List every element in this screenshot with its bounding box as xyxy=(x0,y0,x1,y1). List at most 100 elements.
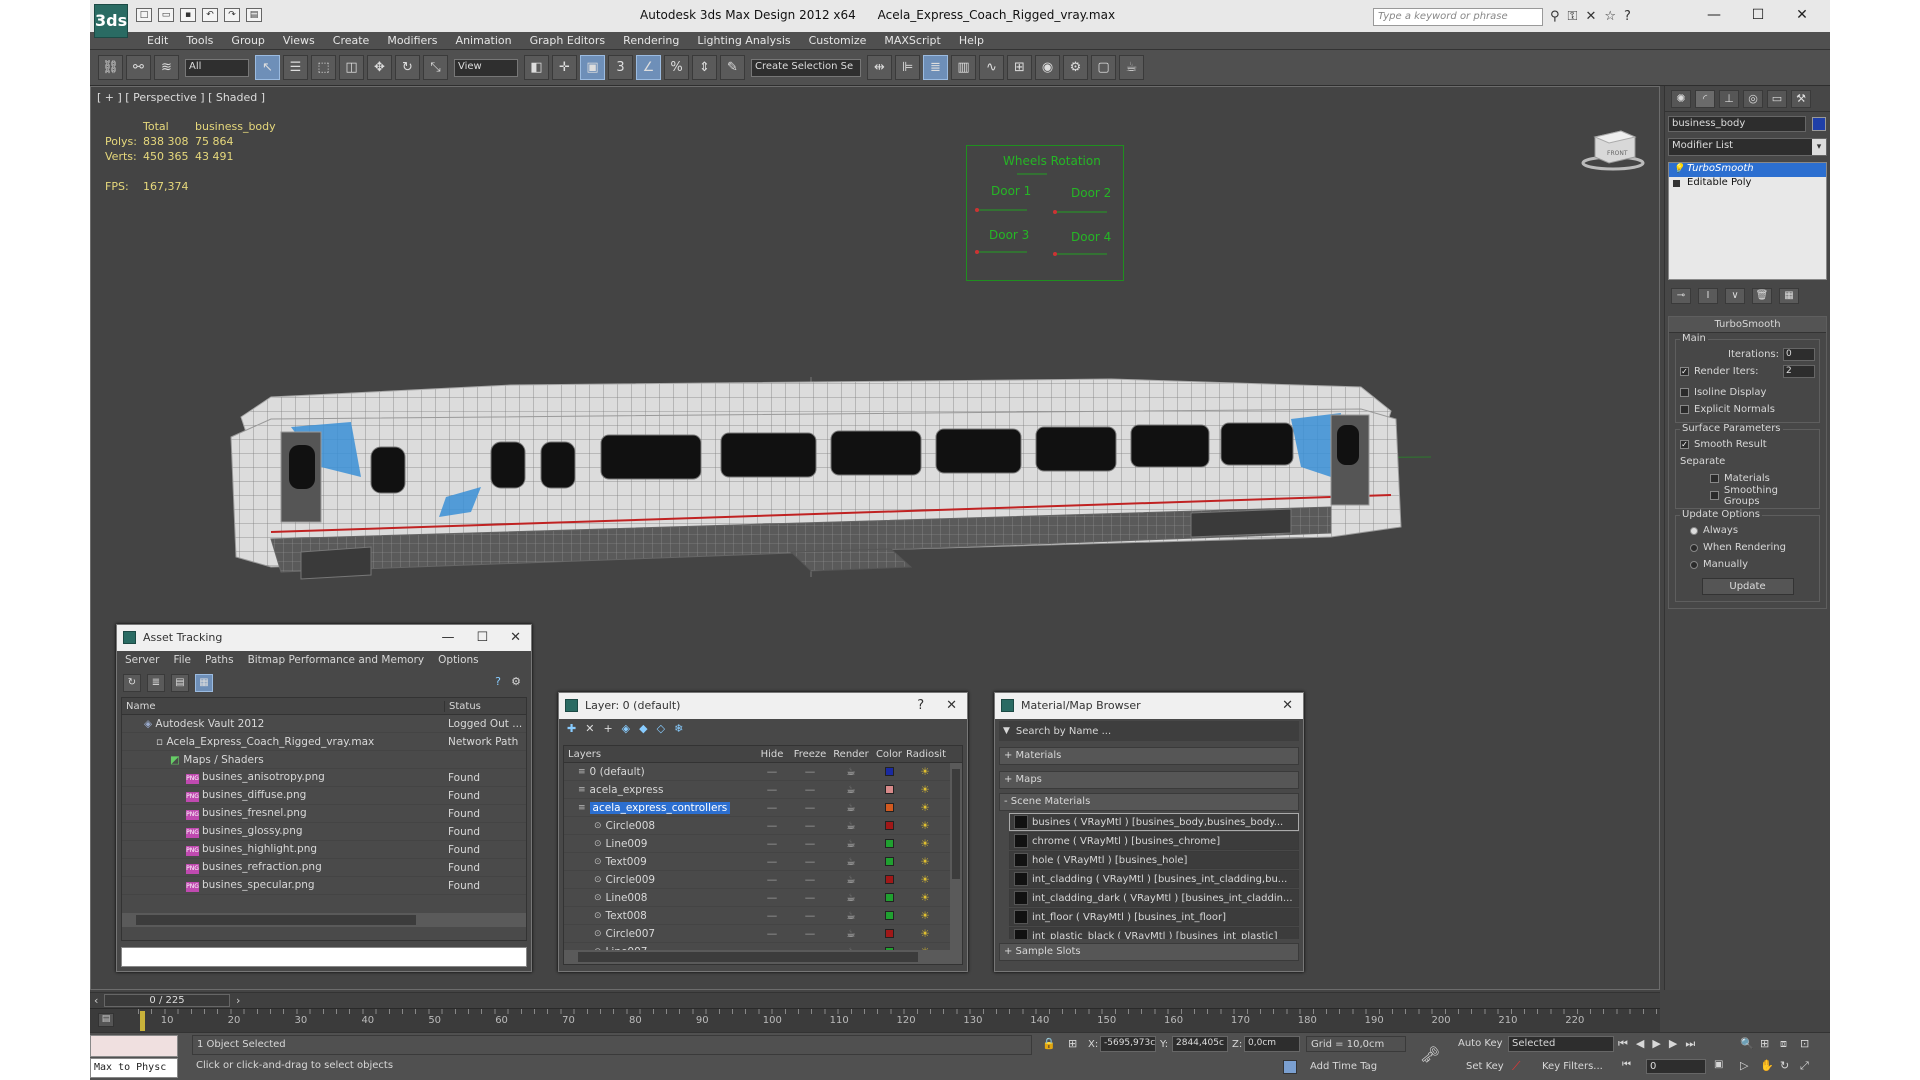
graphite-toggle-icon[interactable]: ▥ xyxy=(951,55,976,80)
hide-toggle[interactable]: — xyxy=(754,874,790,886)
table-row[interactable]: PNG busines_refraction.png Found xyxy=(122,859,526,877)
utilities-tab-icon[interactable]: ⚒ xyxy=(1791,90,1811,108)
viewcube-icon[interactable]: FRONT xyxy=(1581,125,1645,171)
column-status[interactable]: Status xyxy=(444,700,481,712)
material-browser-titlebar[interactable]: Material/Map Browser ✕ xyxy=(995,693,1303,719)
time-tag-icon[interactable] xyxy=(1283,1060,1297,1074)
key-mode-toggle-icon[interactable]: ⏮ xyxy=(1622,1059,1631,1070)
update-when-rendering-radio[interactable] xyxy=(1690,543,1698,552)
maximize-icon[interactable]: ☐ xyxy=(476,625,488,651)
viewport-label[interactable]: [ + ] [ Perspective ] [ Shaded ] xyxy=(97,91,265,104)
binoculars-icon[interactable]: ⚲ xyxy=(1550,9,1560,24)
scene-material-item[interactable]: busines ( VRayMtl ) [busines_body,busine… xyxy=(1009,813,1299,831)
layer-color-cell[interactable] xyxy=(872,857,906,866)
freeze-toggle[interactable]: — xyxy=(790,802,830,814)
menu-paths[interactable]: Paths xyxy=(205,654,234,668)
material-editor-icon[interactable]: ◉ xyxy=(1035,55,1060,80)
table-view-icon[interactable]: ▤ xyxy=(171,674,189,692)
add-time-tag[interactable]: Add Time Tag xyxy=(1306,1059,1406,1075)
layer-row[interactable]: ≡ acela_express — — ☕ ☀ xyxy=(564,781,962,799)
render-teapot-icon[interactable]: ☕ xyxy=(830,910,872,922)
make-unique-icon[interactable]: ∨ xyxy=(1725,288,1745,304)
radiosity-icon[interactable]: ☀ xyxy=(906,856,944,868)
column-name[interactable]: Name xyxy=(122,701,444,712)
scene-material-item[interactable]: int_plastic_black ( VRayMtl ) [busines_i… xyxy=(1009,927,1299,939)
menu-edit[interactable]: Edit xyxy=(138,32,177,49)
hide-toggle[interactable]: — xyxy=(754,838,790,850)
help-search-input[interactable]: Type a keyword or phrase xyxy=(1373,8,1543,26)
layer-color-cell[interactable] xyxy=(872,821,906,830)
scene-material-item[interactable]: hole ( VRayMtl ) [busines_hole] xyxy=(1009,851,1299,869)
minimize-icon[interactable]: — xyxy=(441,625,454,651)
table-row[interactable]: PNG busines_glossy.png Found xyxy=(122,823,526,841)
radiosity-icon[interactable]: ☀ xyxy=(906,838,944,850)
next-frame-icon[interactable]: ▶ xyxy=(1669,1037,1677,1051)
menu-help[interactable]: Help xyxy=(950,32,993,49)
render-teapot-icon[interactable]: ☕ xyxy=(830,820,872,832)
select-objects-in-layer-icon[interactable]: ◈ xyxy=(622,722,630,740)
separate-materials-checkbox[interactable] xyxy=(1710,474,1719,483)
radiosity-icon[interactable]: ☀ xyxy=(906,820,944,832)
radiosity-icon[interactable]: ☀ xyxy=(906,874,944,886)
go-to-start-icon[interactable]: ⏮ xyxy=(1618,1037,1628,1051)
layer-color-swatch[interactable] xyxy=(884,875,894,884)
menu-create[interactable]: Create xyxy=(324,32,379,49)
radiosity-icon[interactable]: ☀ xyxy=(906,928,944,940)
layer-color-swatch[interactable] xyxy=(884,911,894,920)
close-icon[interactable]: ✕ xyxy=(1282,693,1293,719)
layer-row[interactable]: ⊙ Circle007— — ☕ ☀ xyxy=(564,925,962,943)
refresh-icon[interactable]: ↻ xyxy=(123,674,141,692)
time-slider[interactable]: ‹ 0 / 225 › xyxy=(90,992,1660,1008)
lock-selection-icon[interactable]: 🔒 xyxy=(1042,1037,1056,1050)
freeze-toggle[interactable]: — xyxy=(790,820,830,832)
close-icon[interactable]: ✕ xyxy=(946,693,957,719)
key-icon[interactable]: 🗝 xyxy=(1420,1045,1440,1064)
table-row[interactable]: PNG busines_fresnel.png Found xyxy=(122,805,526,823)
key-filters-button[interactable]: Key Filters... xyxy=(1540,1059,1605,1074)
object-name-field[interactable]: business_body xyxy=(1668,116,1806,132)
radiosity-icon[interactable]: ☀ xyxy=(906,784,944,796)
select-and-rotate-icon[interactable]: ↻ xyxy=(395,55,420,80)
radiosity-icon[interactable]: ☀ xyxy=(906,766,944,778)
layer-color-cell[interactable] xyxy=(872,929,906,938)
scene-materials-group[interactable]: - Scene Materials xyxy=(999,793,1299,811)
keyboard-shortcut-override-icon[interactable]: ▣ xyxy=(580,55,605,80)
asset-tracking-titlebar[interactable]: Asset Tracking — ☐ ✕ xyxy=(117,625,531,651)
render-teapot-icon[interactable]: ☕ xyxy=(830,856,872,868)
layer-color-cell[interactable] xyxy=(872,803,906,812)
layer-row[interactable]: ⊙ Circle008— — ☕ ☀ xyxy=(564,817,962,835)
orbit-icon[interactable]: ↻ xyxy=(1780,1059,1800,1073)
render-production-icon[interactable]: ☕ xyxy=(1119,55,1144,80)
horizontal-scrollbar[interactable] xyxy=(122,913,526,927)
select-manipulate-icon[interactable]: ✛ xyxy=(552,55,577,80)
select-and-move-icon[interactable]: ✥ xyxy=(367,55,392,80)
render-teapot-icon[interactable]: ☕ xyxy=(830,838,872,850)
materials-group[interactable]: + Materials xyxy=(999,747,1299,765)
layer-color-cell[interactable] xyxy=(872,911,906,920)
display-tab-icon[interactable]: ▭ xyxy=(1767,90,1787,108)
snaps-toggle-icon[interactable]: 3 xyxy=(608,55,633,80)
table-row[interactable]: PNG busines_diffuse.png Found xyxy=(122,787,526,805)
subscription-icon[interactable]: ⚿ xyxy=(1568,9,1578,24)
table-row[interactable]: ◩ Maps / Shaders xyxy=(122,751,526,769)
freeze-toggle[interactable]: — xyxy=(790,766,830,778)
edit-named-selection-icon[interactable]: ✎ xyxy=(720,55,745,80)
app-logo[interactable]: 3ds xyxy=(94,4,128,38)
scene-material-item[interactable]: int_cladding_dark ( VRayMtl ) [busines_i… xyxy=(1009,889,1299,907)
unlink-icon[interactable]: ⚯ xyxy=(126,55,151,80)
create-layer-icon[interactable]: ✚ xyxy=(567,722,576,740)
menu-file[interactable]: File xyxy=(173,654,191,668)
layer-color-swatch[interactable] xyxy=(884,803,894,812)
update-button[interactable]: Update xyxy=(1701,578,1794,595)
freeze-toggle[interactable]: — xyxy=(790,874,830,886)
y-coordinate-field[interactable]: 2844,405c xyxy=(1172,1036,1228,1052)
smooth-result-checkbox[interactable]: ✓ xyxy=(1680,440,1689,449)
scene-material-item[interactable]: chrome ( VRayMtl ) [busines_chrome] xyxy=(1009,832,1299,850)
add-to-layer-icon[interactable]: + xyxy=(603,722,612,740)
key-mode-dropdown[interactable]: Selected xyxy=(1508,1036,1614,1052)
table-row[interactable]: ◈ Autodesk Vault 2012 Logged Out ... xyxy=(122,715,526,733)
time-slider-prev-icon[interactable]: ‹ xyxy=(94,994,98,1007)
column-layers[interactable]: Layers xyxy=(564,749,754,760)
layer-color-cell[interactable] xyxy=(872,767,906,776)
hierarchy-tab-icon[interactable]: ⊥ xyxy=(1719,90,1739,108)
